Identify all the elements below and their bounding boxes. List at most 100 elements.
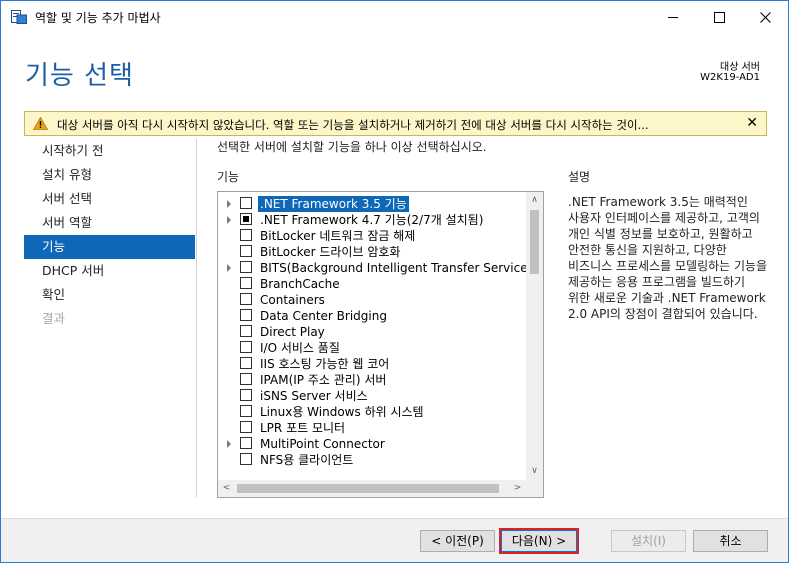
feature-checkbox[interactable] <box>240 421 252 433</box>
feature-label[interactable]: BranchCache <box>260 276 340 292</box>
scrollbar-corner <box>526 480 543 497</box>
cancel-button[interactable]: 취소 <box>693 530 768 552</box>
nav-item-features[interactable]: 기능 <box>24 235 195 259</box>
feature-row[interactable]: BitLocker 드라이브 암호화 <box>218 244 524 260</box>
warning-text: 대상 서버를 아직 다시 시작하지 않았습니다. 역할 또는 기능을 설치하거나… <box>57 118 649 132</box>
next-button[interactable]: 다음(N) > <box>501 530 577 552</box>
window-title: 역할 및 기능 추가 마법사 <box>35 11 161 25</box>
vertical-scrollbar[interactable]: ∧ ∨ <box>526 192 543 480</box>
feature-label[interactable]: BitLocker 네트워크 잠금 해제 <box>260 228 415 244</box>
feature-label[interactable]: Data Center Bridging <box>260 308 387 324</box>
feature-checkbox[interactable] <box>240 405 252 417</box>
horizontal-scrollbar[interactable]: < > <box>218 480 526 497</box>
warning-icon <box>32 116 49 133</box>
feature-label[interactable]: LPR 포트 모니터 <box>260 420 345 436</box>
feature-row[interactable]: MultiPoint Connector <box>218 436 524 452</box>
title-bar[interactable]: 역할 및 기능 추가 마법사 <box>1 1 788 33</box>
feature-checkbox[interactable] <box>240 453 252 465</box>
feature-checkbox[interactable] <box>240 437 252 449</box>
feature-checkbox[interactable] <box>240 213 252 225</box>
feature-checkbox[interactable] <box>240 197 252 209</box>
vertical-scroll-thumb[interactable] <box>530 210 539 274</box>
feature-description: .NET Framework 3.5는 매력적인 사용자 인터페이스를 제공하고… <box>568 195 768 321</box>
description-heading: 설명 <box>568 170 591 184</box>
feature-label[interactable]: .NET Framework 3.5 기능 <box>258 196 409 212</box>
close-button[interactable] <box>742 1 788 33</box>
feature-checkbox[interactable] <box>240 357 252 369</box>
feature-row[interactable]: Data Center Bridging <box>218 308 524 324</box>
feature-row[interactable]: BitLocker 네트워크 잠금 해제 <box>218 228 524 244</box>
wizard-window: 역할 및 기능 추가 마법사 기능 선택 대상 서버 W2K19-AD1 대상 … <box>0 0 789 563</box>
page-title: 기능 선택 <box>25 61 134 91</box>
nav-item-confirmation[interactable]: 확인 <box>24 283 195 307</box>
nav-divider <box>196 139 197 497</box>
feature-checkbox[interactable] <box>240 325 252 337</box>
feature-checkbox[interactable] <box>240 293 252 305</box>
features-list: .NET Framework 3.5 기능 .NET Framework 4.7 … <box>218 196 532 468</box>
feature-checkbox[interactable] <box>240 229 252 241</box>
minimize-button[interactable] <box>650 1 696 33</box>
dismiss-warning-button[interactable]: ✕ <box>746 115 758 131</box>
feature-label[interactable]: MultiPoint Connector <box>260 436 385 452</box>
feature-row[interactable]: BITS(Background Intelligent Transfer Ser… <box>218 260 532 276</box>
scroll-left-icon[interactable]: < <box>218 480 235 497</box>
feature-label[interactable]: I/O 서비스 품질 <box>260 340 340 356</box>
feature-checkbox[interactable] <box>240 261 252 273</box>
feature-row[interactable]: Containers <box>218 292 524 308</box>
expand-arrow-icon[interactable] <box>227 440 231 448</box>
feature-checkbox[interactable] <box>240 373 252 385</box>
feature-checkbox[interactable] <box>240 389 252 401</box>
feature-row[interactable]: NFS용 클라이언트 <box>218 452 524 468</box>
feature-row[interactable]: I/O 서비스 품질 <box>218 340 524 356</box>
feature-label[interactable]: NFS용 클라이언트 <box>260 452 353 468</box>
feature-label[interactable]: .NET Framework 4.7 기능(2/7개 설치됨) <box>260 212 483 228</box>
features-heading: 기능 <box>217 170 240 184</box>
previous-button[interactable]: < 이전(P) <box>420 530 495 552</box>
nav-item-before-you-begin[interactable]: 시작하기 전 <box>24 139 195 163</box>
horizontal-scroll-thumb[interactable] <box>237 484 499 493</box>
install-button: 설치(I) <box>611 530 686 552</box>
feature-label[interactable]: Containers <box>260 292 325 308</box>
expand-arrow-icon[interactable] <box>227 216 231 224</box>
feature-checkbox[interactable] <box>240 277 252 289</box>
feature-label[interactable]: Linux용 Windows 하위 시스템 <box>260 404 424 420</box>
server-manager-icon <box>11 10 27 24</box>
destination-server-name: W2K19-AD1 <box>700 72 760 83</box>
nav-item-server-selection[interactable]: 서버 선택 <box>24 187 195 211</box>
scroll-down-icon[interactable]: ∨ <box>526 463 543 480</box>
feature-checkbox[interactable] <box>240 245 252 257</box>
instruction-text: 선택한 서버에 설치할 기능을 하나 이상 선택하십시오. <box>217 140 487 154</box>
feature-checkbox[interactable] <box>240 309 252 321</box>
close-icon <box>760 12 771 23</box>
restart-warning-banner: 대상 서버를 아직 다시 시작하지 않았습니다. 역할 또는 기능을 설치하거나… <box>24 111 767 136</box>
feature-row[interactable]: IPAM(IP 주소 관리) 서버 <box>218 372 524 388</box>
scroll-up-icon[interactable]: ∧ <box>526 192 543 209</box>
features-tree[interactable]: .NET Framework 3.5 기능 .NET Framework 4.7 … <box>217 191 544 498</box>
wizard-footer: < 이전(P) 다음(N) > 설치(I) 취소 <box>1 519 788 562</box>
feature-label[interactable]: IPAM(IP 주소 관리) 서버 <box>260 372 386 388</box>
feature-label[interactable]: BITS(Background Intelligent Transfer Ser… <box>260 260 532 276</box>
destination-server-label: 대상 서버 <box>720 62 760 73</box>
feature-row[interactable]: iSNS Server 서비스 <box>218 388 524 404</box>
feature-row[interactable]: BranchCache <box>218 276 524 292</box>
expand-arrow-icon[interactable] <box>227 264 231 272</box>
scroll-right-icon[interactable]: > <box>509 480 526 497</box>
feature-row[interactable]: .NET Framework 3.5 기능 <box>218 196 524 212</box>
feature-row[interactable]: .NET Framework 4.7 기능(2/7개 설치됨) <box>218 212 524 228</box>
maximize-button[interactable] <box>696 1 742 33</box>
feature-row[interactable]: Direct Play <box>218 324 524 340</box>
feature-label[interactable]: iSNS Server 서비스 <box>260 388 368 404</box>
feature-label[interactable]: Direct Play <box>260 324 325 340</box>
nav-item-dhcp-server[interactable]: DHCP 서버 <box>24 259 195 283</box>
nav-item-results: 결과 <box>42 311 66 326</box>
expand-arrow-icon[interactable] <box>227 200 231 208</box>
feature-label[interactable]: IIS 호스팅 가능한 웹 코어 <box>260 356 389 372</box>
nav-item-installation-type[interactable]: 설치 유형 <box>24 163 195 187</box>
feature-row[interactable]: IIS 호스팅 가능한 웹 코어 <box>218 356 524 372</box>
feature-label[interactable]: BitLocker 드라이브 암호화 <box>260 244 400 260</box>
wizard-steps-nav: 시작하기 전 설치 유형 서버 선택 서버 역할 기능 DHCP 서버 확인 결… <box>24 139 195 331</box>
feature-row[interactable]: Linux용 Windows 하위 시스템 <box>218 404 524 420</box>
feature-checkbox[interactable] <box>240 341 252 353</box>
feature-row[interactable]: LPR 포트 모니터 <box>218 420 524 436</box>
nav-item-server-roles[interactable]: 서버 역할 <box>24 211 195 235</box>
